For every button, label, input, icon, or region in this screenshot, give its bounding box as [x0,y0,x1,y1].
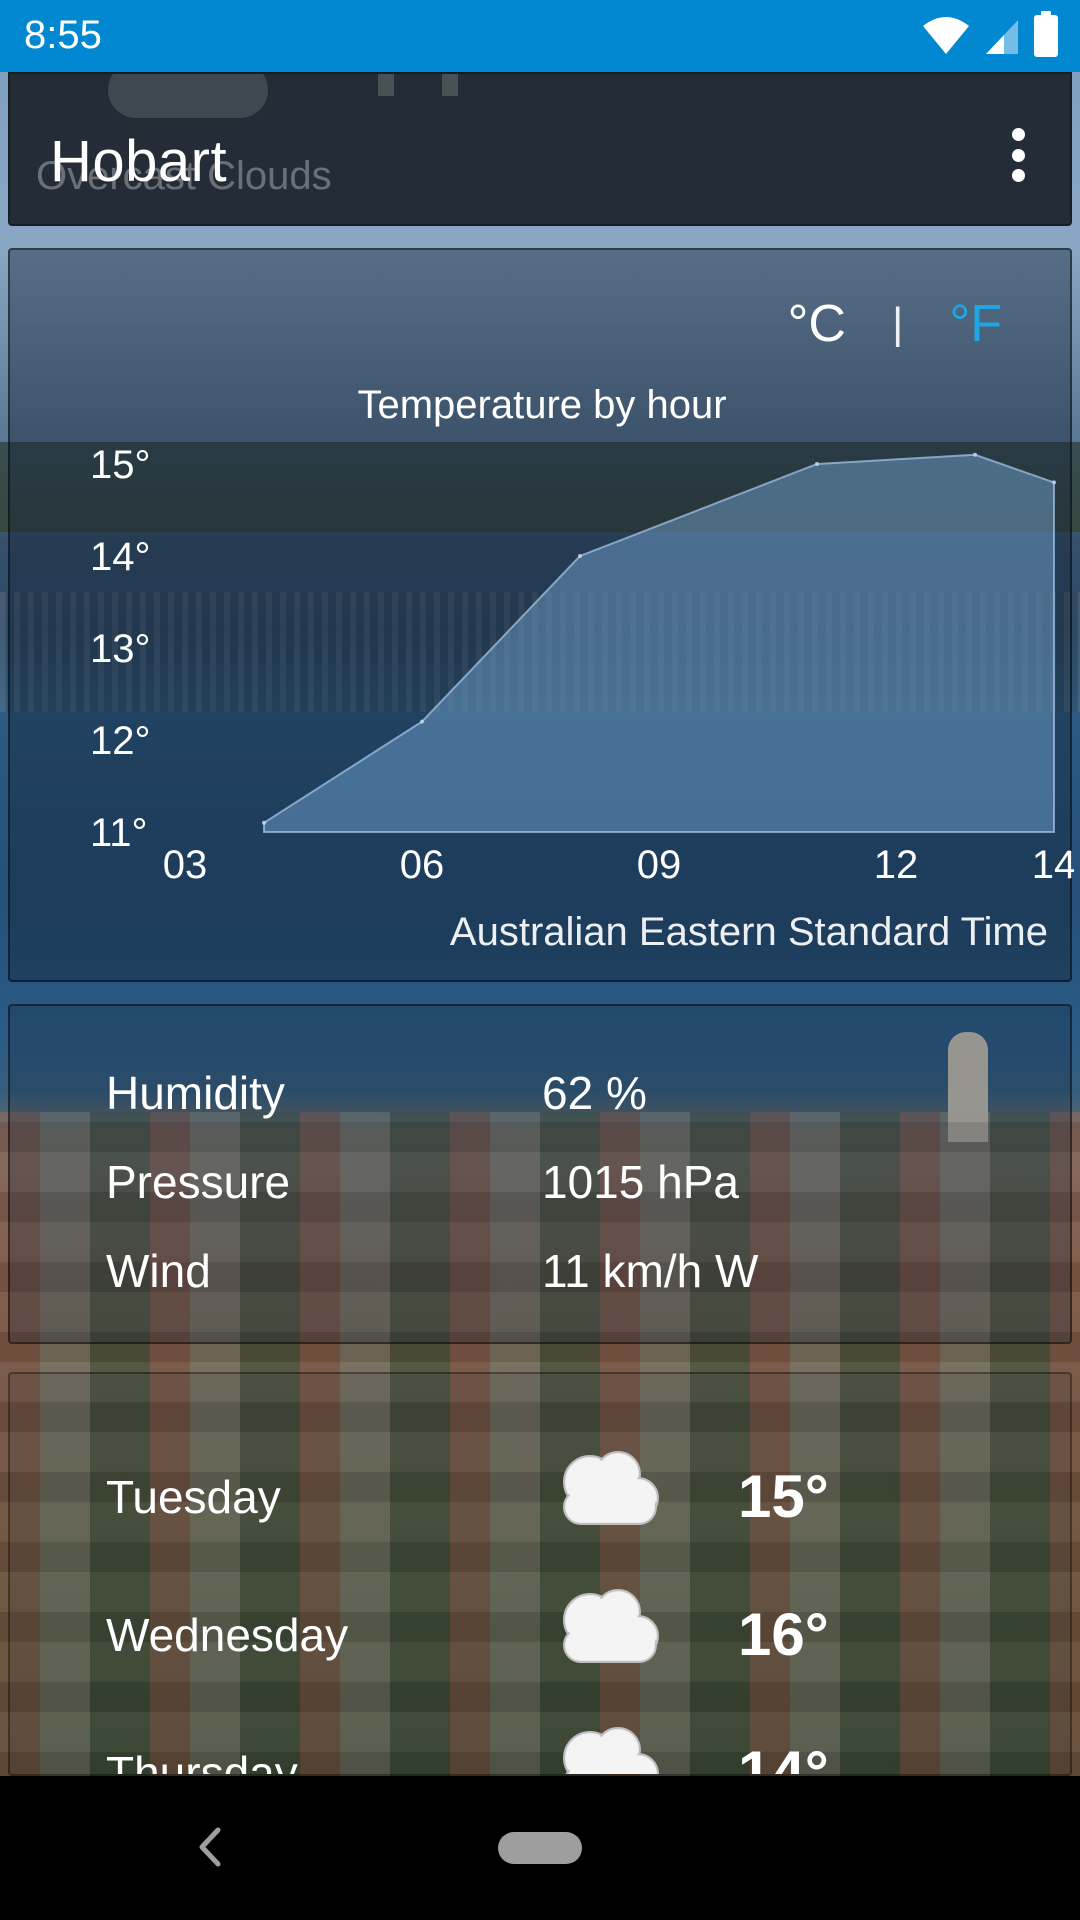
wind-label: Wind [106,1245,211,1297]
menu-dot [1011,169,1025,182]
y-tick-label: 13° [90,627,151,671]
chart-title: Temperature by hour [357,383,726,427]
temperature-area [263,453,1055,833]
temperature-point [1052,480,1056,485]
temperature-chart: Temperature by hour 11° 12° 13° 14° 15° 03 06 09… [90,383,1074,887]
city-title: Hobart [50,129,228,194]
forecast-day: Tuesday [106,1471,281,1523]
battery-icon [1034,11,1058,57]
status-time: 8:55 [24,13,102,57]
pressure-row: Pressure 1015 hPa [106,1155,739,1209]
forecast-card: Tuesday 15° Wednesday 16° Thursday 14° [8,1372,1072,1776]
forecast-day: Wednesday [106,1609,349,1661]
cloud-icon [563,1589,659,1663]
forecast-temp: 15° [738,1463,829,1530]
pressure-label: Pressure [106,1156,291,1208]
forecast-temp: 14° [738,1739,829,1776]
more-vert-icon[interactable] [1006,128,1030,182]
x-tick-label: 14 [1032,843,1074,887]
navigation-bar [0,1776,1080,1920]
temperature-point [578,554,582,558]
humidity-value: 62 % [542,1067,647,1119]
humidity-row: Humidity 62 % [106,1066,647,1120]
cloud-icon [563,1451,659,1525]
temperature-point [815,462,819,466]
y-tick-label: 12° [90,719,151,763]
cloud-icon [563,1727,659,1774]
forecast-row-tuesday[interactable]: Tuesday 15° [106,1440,926,1560]
temperature-point [262,820,266,825]
y-tick-label: 14° [90,535,151,579]
temperature-point [973,452,977,457]
cellular-signal-icon [986,20,1018,54]
x-tick-label: 06 [400,843,445,887]
wifi-icon [923,17,969,54]
back-icon[interactable] [190,1822,230,1872]
background-ghost-pill [108,74,268,118]
x-tick-label: 12 [874,843,919,887]
forecast-day: Thursday [106,1747,298,1776]
wind-value: 11 km/h W [542,1245,759,1297]
x-tick-label: 03 [163,843,208,887]
status-icons [922,11,1058,58]
forecast-row-thursday[interactable]: Thursday 14° [106,1716,926,1776]
x-tick-label: 09 [637,843,682,887]
y-tick-label: 15° [90,443,151,487]
menu-dot [1011,128,1025,141]
forecast-temp: 16° [738,1601,829,1668]
timezone-label: Australian Eastern Standard Time [449,910,1048,954]
home-pill-icon[interactable] [498,1832,582,1864]
background-ghost-bars [378,74,458,96]
status-bar: 8:55 [0,0,1080,72]
details-card: Humidity 62 % Pressure 1015 hPa Wind 11 … [8,1004,1072,1344]
humidity-label: Humidity [106,1067,285,1119]
forecast-row-wednesday[interactable]: Wednesday 16° [106,1578,926,1698]
wind-row: Wind 11 km/h W [106,1244,758,1298]
temperature-point [420,719,424,724]
app-bar: Overcast Clouds Hobart [8,72,1072,226]
pressure-value: 1015 hPa [542,1156,739,1208]
y-tick-label: 11° [90,811,148,855]
temperature-chart-card: °C | °F Temperature by hour 11° 12° 13° 14° 1… [8,248,1074,982]
menu-dot [1011,148,1025,162]
